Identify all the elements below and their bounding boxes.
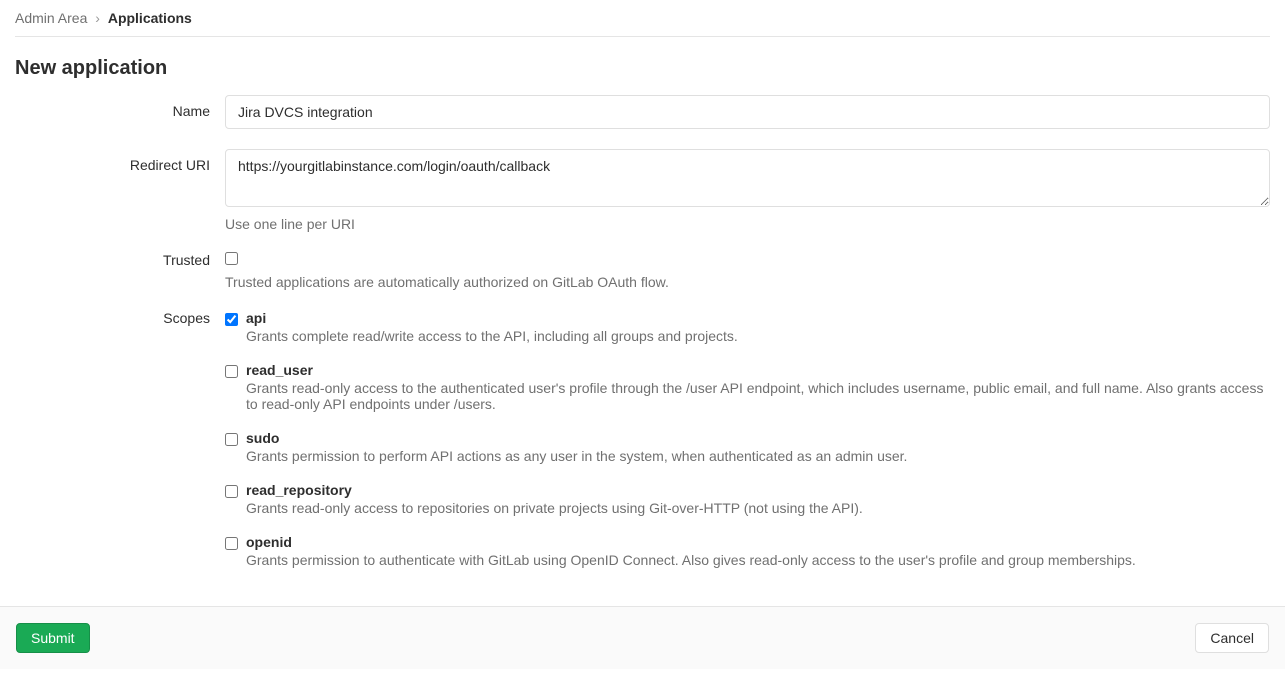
breadcrumb: Admin Area › Applications [15,0,1270,37]
scope-read_user-desc: Grants read-only access to the authentic… [246,380,1270,412]
trusted-label: Trusted [15,252,225,290]
scope-read_repository-label: read_repository [246,482,1270,498]
scope-openid: openid Grants permission to authenticate … [225,534,1270,568]
redirect-uri-help: Use one line per URI [225,216,1270,232]
page-title: New application [15,57,1270,80]
scope-api: api Grants complete read/write access to … [225,310,1270,344]
submit-button[interactable]: Submit [16,623,90,653]
scope-read_user: read_user Grants read-only access to the … [225,362,1270,412]
scope-sudo: sudo Grants permission to perform API act… [225,430,1270,464]
scope-openid-desc: Grants permission to authenticate with G… [246,552,1270,568]
scope-sudo-label: sudo [246,430,1270,446]
chevron-right-icon: › [95,10,100,26]
scope-openid-label: openid [246,534,1270,550]
name-input[interactable] [225,95,1270,129]
scope-api-desc: Grants complete read/write access to the… [246,328,1270,344]
scope-api-label: api [246,310,1270,326]
trusted-checkbox[interactable] [225,252,238,265]
scope-read_repository-desc: Grants read-only access to repositories … [246,500,1270,516]
redirect-uri-label: Redirect URI [15,149,225,232]
scope-read_repository-checkbox[interactable] [225,485,238,498]
breadcrumb-parent[interactable]: Admin Area [15,10,87,26]
scope-read_user-checkbox[interactable] [225,365,238,378]
redirect-uri-input[interactable]: https://yourgitlabinstance.com/login/oau… [225,149,1270,207]
name-label: Name [15,95,225,129]
cancel-button[interactable]: Cancel [1195,623,1269,653]
scope-read_repository: read_repository Grants read-only access t… [225,482,1270,516]
scope-read_user-label: read_user [246,362,1270,378]
scope-api-checkbox[interactable] [225,313,238,326]
actions-bar: Submit Cancel [0,606,1285,669]
trusted-help: Trusted applications are automatically a… [225,274,1270,290]
scope-sudo-desc: Grants permission to perform API actions… [246,448,1270,464]
scope-sudo-checkbox[interactable] [225,433,238,446]
breadcrumb-current: Applications [108,10,192,26]
scopes-label: Scopes [15,310,225,586]
scope-openid-checkbox[interactable] [225,537,238,550]
